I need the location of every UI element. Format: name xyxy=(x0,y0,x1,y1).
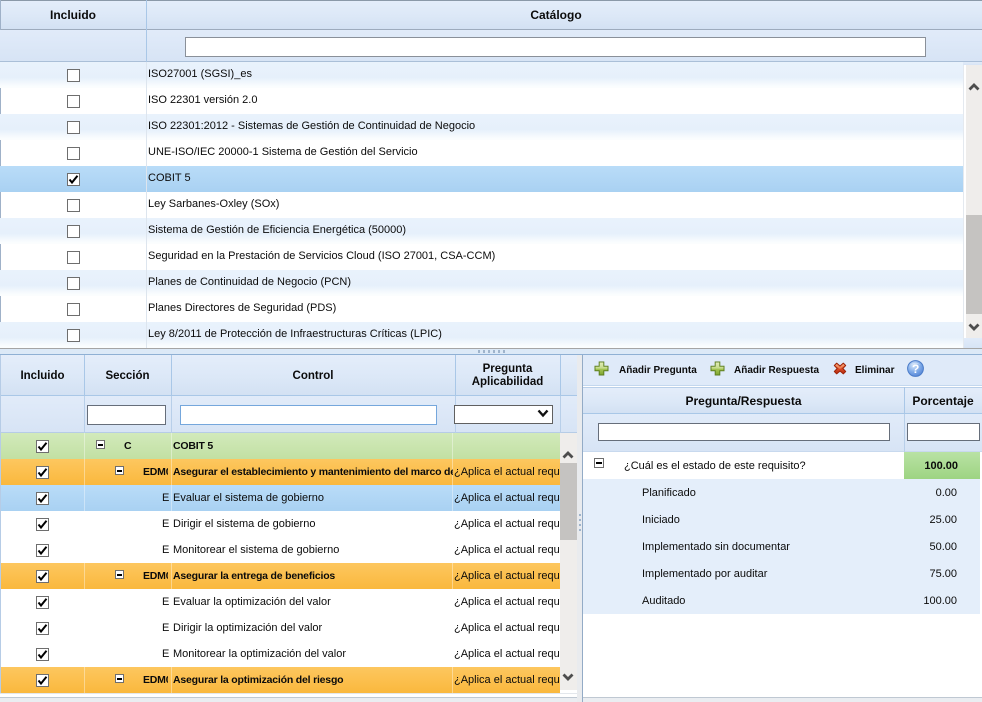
svg-text:?: ? xyxy=(912,362,919,376)
